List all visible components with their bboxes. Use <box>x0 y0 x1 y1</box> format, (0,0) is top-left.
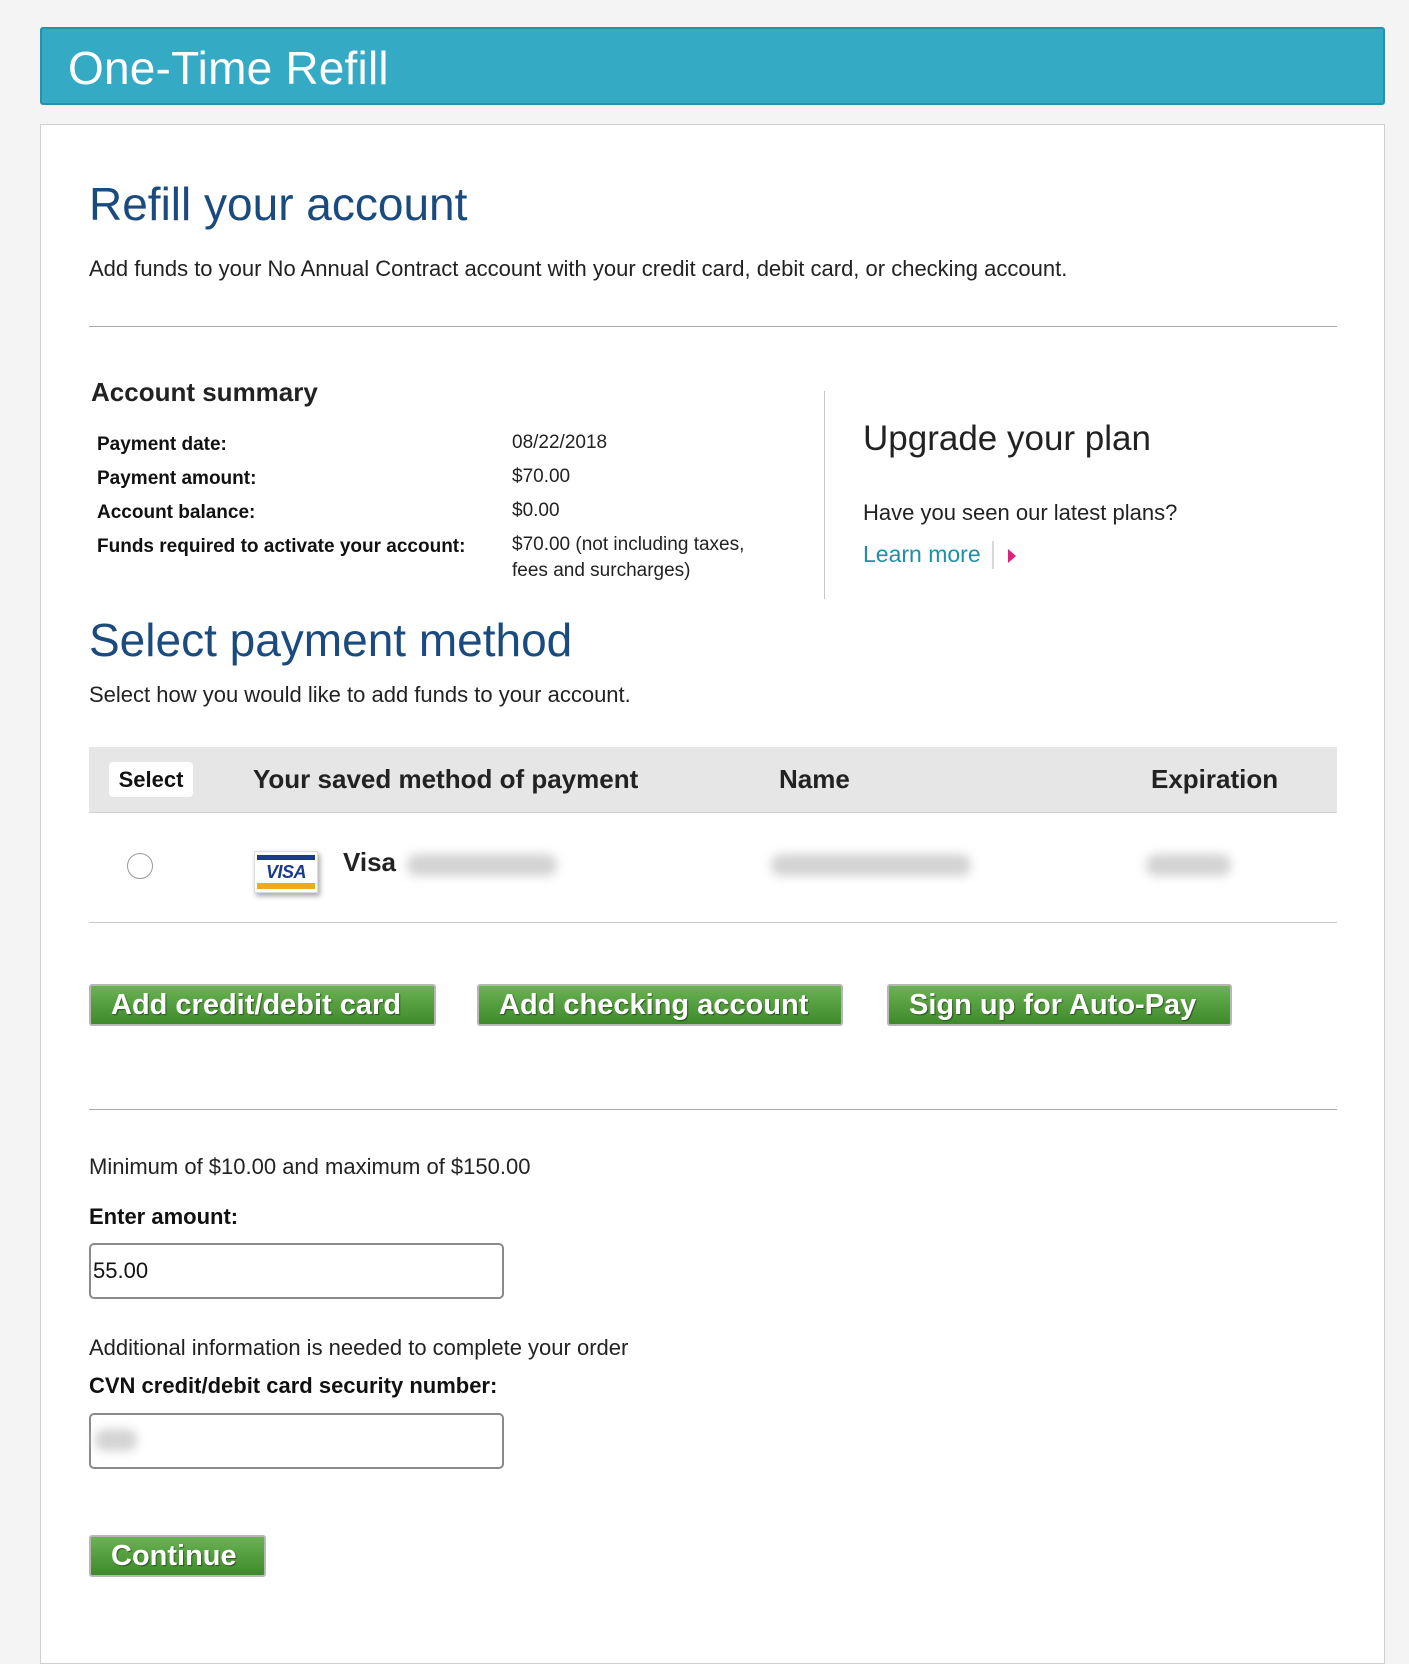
main-panel: Refill your account Add funds to your No… <box>40 124 1385 1664</box>
continue-button[interactable]: Continue <box>89 1535 266 1577</box>
summary-value-account-balance: $0.00 <box>512 500 560 521</box>
divider <box>89 1109 1337 1110</box>
masked-cvn-value <box>95 1429 137 1451</box>
visa-card-icon: VISA <box>254 851 318 893</box>
learn-more-link[interactable]: Learn more <box>863 541 981 568</box>
header-bar: One-Time Refill <box>40 27 1385 105</box>
column-header-select: Select <box>109 762 193 797</box>
additional-info-text: Additional information is needed to comp… <box>89 1335 629 1360</box>
amount-limits-text: Minimum of $10.00 and maximum of $150.00 <box>89 1154 531 1179</box>
card-type-label: Visa <box>343 847 397 877</box>
cvn-input[interactable] <box>89 1413 504 1469</box>
payment-table-header: Select Your saved method of payment Name… <box>89 747 1337 812</box>
summary-label-payment-amount: Payment amount: <box>97 468 257 489</box>
page-title: One-Time Refill <box>68 42 389 94</box>
sign-up-autopay-button[interactable]: Sign up for Auto-Pay <box>887 984 1232 1026</box>
column-header-expiration: Expiration <box>1151 764 1279 794</box>
refill-intro: Add funds to your No Annual Contract acc… <box>89 256 1068 281</box>
summary-value-payment-date: 08/22/2018 <box>512 432 608 453</box>
chevron-right-icon[interactable] <box>1008 549 1016 563</box>
refill-heading: Refill your account <box>89 178 468 230</box>
enter-amount-label: Enter amount: <box>89 1204 239 1229</box>
account-summary-title: Account summary <box>91 377 318 407</box>
column-header-method: Your saved method of payment <box>253 764 639 794</box>
masked-card-number <box>407 854 557 876</box>
summary-label-payment-date: Payment date: <box>97 434 227 455</box>
upgrade-title: Upgrade your plan <box>863 419 1151 458</box>
cvn-label: CVN credit/debit card security number: <box>89 1373 498 1398</box>
table-row-divider <box>89 922 1337 923</box>
divider <box>89 326 1337 327</box>
summary-label-funds-required: Funds required to activate your account: <box>97 536 466 557</box>
masked-expiration <box>1146 854 1231 876</box>
learn-more-separator <box>992 541 994 569</box>
column-header-name: Name <box>779 764 850 794</box>
summary-divider <box>824 391 825 599</box>
upgrade-text: Have you seen our latest plans? <box>863 500 1178 525</box>
payment-method-radio[interactable] <box>127 853 153 879</box>
amount-input[interactable]: 55.00 <box>89 1243 504 1299</box>
masked-cardholder-name <box>771 854 971 876</box>
summary-value-payment-amount: $70.00 <box>512 466 571 487</box>
summary-value-funds-required-line2: fees and surcharges) <box>512 560 691 581</box>
add-credit-debit-card-button[interactable]: Add credit/debit card <box>89 984 436 1026</box>
summary-value-funds-required-line1: $70.00 (not including taxes, <box>512 534 745 555</box>
table-header-divider <box>89 812 1337 813</box>
payment-heading: Select payment method <box>89 614 573 666</box>
payment-intro: Select how you would like to add funds t… <box>89 682 631 707</box>
summary-label-account-balance: Account balance: <box>97 502 256 523</box>
add-checking-account-button[interactable]: Add checking account <box>477 984 843 1026</box>
